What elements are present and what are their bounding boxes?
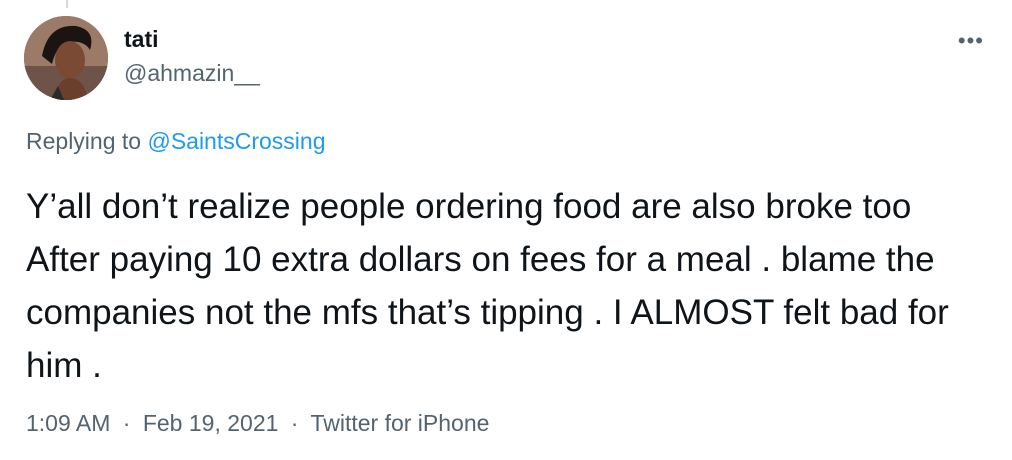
author-handle[interactable]: @ahmazin__ <box>124 60 260 87</box>
more-options-icon[interactable]: ••• <box>958 28 984 54</box>
thread-connector-line <box>66 0 68 8</box>
author-name[interactable]: tati <box>124 26 159 53</box>
avatar-image <box>24 16 108 100</box>
tweet-date[interactable]: Feb 19, 2021 <box>143 410 279 436</box>
replying-to-line: Replying to @SaintsCrossing <box>26 128 326 155</box>
replying-to-link[interactable]: @SaintsCrossing <box>147 128 325 154</box>
meta-separator: · <box>290 410 299 436</box>
tweet-text: Y’all don’t realize people ordering food… <box>26 187 949 385</box>
tweet-meta: 1:09 AM · Feb 19, 2021 · Twitter for iPh… <box>26 410 489 437</box>
avatar[interactable] <box>24 16 108 100</box>
tweet-time[interactable]: 1:09 AM <box>26 410 110 436</box>
tweet-source[interactable]: Twitter for iPhone <box>310 410 489 436</box>
replying-to-prefix: Replying to <box>26 128 142 154</box>
meta-separator: · <box>122 410 131 436</box>
